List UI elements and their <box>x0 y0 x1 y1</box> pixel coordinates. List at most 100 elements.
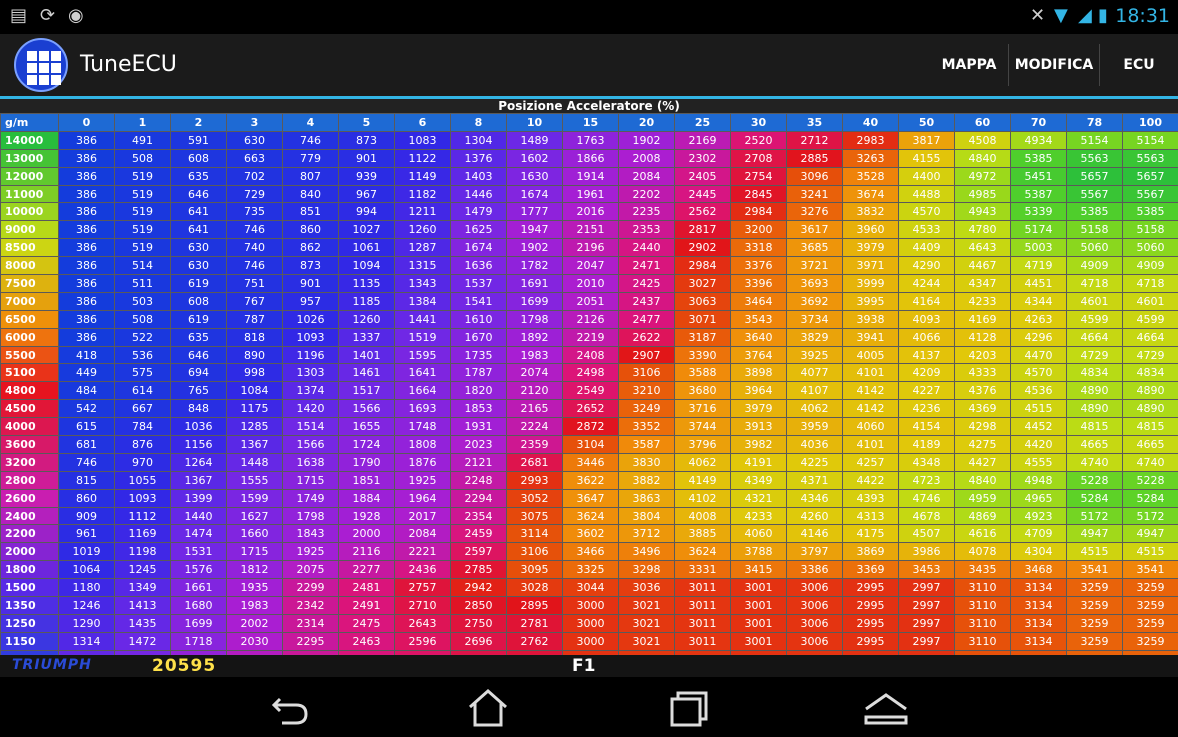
map-cell[interactable]: 735 <box>226 202 283 222</box>
map-cell[interactable]: 2169 <box>674 130 731 150</box>
map-cell[interactable]: 4515 <box>1122 542 1178 562</box>
map-cell[interactable]: 3011 <box>674 631 731 651</box>
map-cell[interactable]: 4985 <box>954 184 1011 204</box>
map-cell[interactable]: 4060 <box>730 524 787 544</box>
map-cell[interactable]: 4427 <box>954 452 1011 472</box>
map-cell[interactable]: 1808 <box>394 435 451 454</box>
map-cell[interactable]: 1931 <box>450 417 507 437</box>
map-cell[interactable]: 3415 <box>730 560 787 580</box>
map-cell[interactable]: 519 <box>114 220 171 240</box>
map-cell[interactable]: 4709 <box>1010 524 1067 544</box>
map-cell[interactable]: 3021 <box>618 596 675 615</box>
map-cell[interactable]: 1843 <box>282 524 339 544</box>
map-cell[interactable]: 1715 <box>226 542 283 562</box>
map-cell[interactable]: 2221 <box>394 542 451 562</box>
map-cell[interactable]: 1914 <box>562 166 619 186</box>
map-cell[interactable]: 2084 <box>394 524 451 544</box>
map-cell[interactable]: 615 <box>58 417 115 437</box>
map-cell[interactable]: 4570 <box>898 202 955 222</box>
map-cell[interactable]: 2997 <box>898 631 955 651</box>
map-cell[interactable]: 542 <box>58 399 115 419</box>
map-cell[interactable]: 4400 <box>898 166 955 186</box>
map-cell[interactable]: 522 <box>114 327 171 347</box>
map-cell[interactable]: 1964 <box>394 488 451 508</box>
map-cell[interactable]: 5154 <box>1066 130 1123 150</box>
map-cell[interactable]: 4601 <box>1122 291 1178 311</box>
map-cell[interactable]: 3386 <box>786 560 843 580</box>
map-cell[interactable]: 3898 <box>730 363 787 383</box>
map-cell[interactable]: 5172 <box>1066 506 1123 526</box>
map-cell[interactable]: 1064 <box>58 560 115 580</box>
map-cell[interactable]: 1610 <box>450 309 507 329</box>
map-cell[interactable]: 2295 <box>282 631 339 651</box>
map-cell[interactable]: 4719 <box>1010 256 1067 276</box>
menu-modifica-button[interactable]: MODIFICA <box>1010 34 1098 96</box>
map-cell[interactable]: 4729 <box>1066 345 1123 365</box>
map-cell[interactable]: 386 <box>58 238 115 258</box>
map-cell[interactable]: 4467 <box>954 256 1011 276</box>
map-cell[interactable]: 3096 <box>786 166 843 186</box>
map-cell[interactable]: 4834 <box>1122 363 1178 383</box>
map-cell[interactable]: 3044 <box>562 578 619 598</box>
map-cell[interactable]: 1399 <box>170 488 227 508</box>
map-cell[interactable]: 4066 <box>898 327 955 347</box>
map-cell[interactable]: 1135 <box>338 274 395 293</box>
map-cell[interactable]: 386 <box>58 166 115 186</box>
map-cell[interactable]: 2597 <box>450 542 507 562</box>
map-cell[interactable]: 4227 <box>898 381 955 401</box>
map-cell[interactable]: 3680 <box>674 381 731 401</box>
map-cell[interactable]: 1180 <box>58 578 115 598</box>
map-cell[interactable]: 3716 <box>674 399 731 419</box>
map-cell[interactable]: 2084 <box>618 166 675 186</box>
map-cell[interactable]: 4060 <box>842 417 899 437</box>
map-cell[interactable]: 5060 <box>1066 238 1123 258</box>
map-cell[interactable]: 1641 <box>394 363 451 383</box>
map-cell[interactable]: 1925 <box>394 470 451 490</box>
map-cell[interactable]: 2984 <box>674 256 731 276</box>
map-cell[interactable]: 2681 <box>506 452 563 472</box>
map-cell[interactable]: 2405 <box>674 166 731 186</box>
map-cell[interactable]: 2754 <box>730 166 787 186</box>
map-cell[interactable]: 4570 <box>1010 363 1067 383</box>
map-cell[interactable]: 3104 <box>562 435 619 454</box>
map-cell[interactable]: 484 <box>58 381 115 401</box>
map-cell[interactable]: 3187 <box>674 327 731 347</box>
map-cell[interactable]: 939 <box>338 166 395 186</box>
map-cell[interactable]: 1093 <box>114 488 171 508</box>
map-cell[interactable]: 3263 <box>842 148 899 168</box>
map-cell[interactable]: 2596 <box>394 631 451 651</box>
map-cell[interactable]: 5284 <box>1066 488 1123 508</box>
map-cell[interactable]: 3925 <box>786 345 843 365</box>
map-cell[interactable]: 4943 <box>954 202 1011 222</box>
map-cell[interactable]: 5385 <box>1010 148 1067 168</box>
map-cell[interactable]: 2302 <box>674 148 731 168</box>
map-cell[interactable]: 2995 <box>842 596 899 615</box>
menu-icon[interactable] <box>856 685 916 729</box>
map-cell[interactable]: 4233 <box>730 506 787 526</box>
map-cell[interactable]: 3200 <box>730 220 787 240</box>
map-cell[interactable]: 1169 <box>114 524 171 544</box>
map-cell[interactable]: 511 <box>114 274 171 293</box>
map-cell[interactable]: 4718 <box>1066 274 1123 293</box>
map-cell[interactable]: 3913 <box>730 417 787 437</box>
map-cell[interactable]: 1798 <box>506 309 563 329</box>
map-cell[interactable]: 1084 <box>226 381 283 401</box>
map-cell[interactable]: 1790 <box>338 452 395 472</box>
map-cell[interactable]: 3259 <box>1066 578 1123 598</box>
map-cell[interactable]: 1625 <box>450 220 507 240</box>
map-cell[interactable]: 1287 <box>394 238 451 258</box>
map-cell[interactable]: 4128 <box>954 327 1011 347</box>
map-cell[interactable]: 4616 <box>954 524 1011 544</box>
map-cell[interactable]: 4348 <box>898 452 955 472</box>
map-cell[interactable]: 3744 <box>674 417 731 437</box>
map-cell[interactable]: 3817 <box>898 130 955 150</box>
map-cell[interactable]: 3617 <box>786 220 843 240</box>
map-cell[interactable]: 3318 <box>730 238 787 258</box>
map-cell[interactable]: 4236 <box>898 399 955 419</box>
map-cell[interactable]: 4313 <box>842 506 899 526</box>
map-cell[interactable]: 5385 <box>1066 202 1123 222</box>
map-cell[interactable]: 3435 <box>954 560 1011 580</box>
map-cell[interactable]: 1576 <box>170 560 227 580</box>
map-cell[interactable]: 3764 <box>730 345 787 365</box>
map-cell[interactable]: 3011 <box>674 578 731 598</box>
